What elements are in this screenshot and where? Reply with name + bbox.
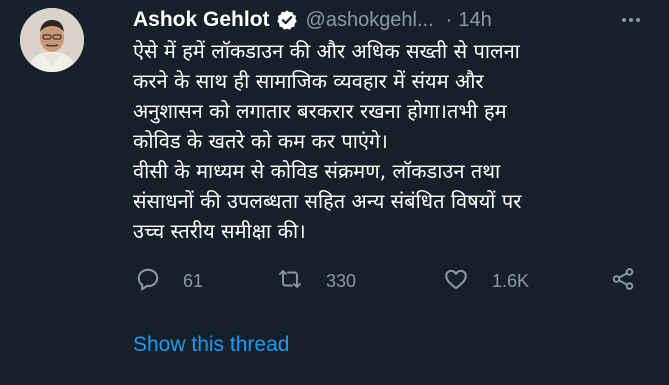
tweet-actions: 61 330 1.6K: [133, 265, 653, 297]
like-count: 1.6K: [492, 270, 530, 291]
avatar[interactable]: [20, 8, 84, 72]
tweet-timestamp[interactable]: 14h: [458, 9, 491, 32]
separator-dot: ·: [445, 8, 453, 31]
verified-badge-icon: [276, 9, 298, 31]
author-name[interactable]: Ashok Gehlot: [133, 8, 270, 32]
retweet-button[interactable]: 330: [276, 265, 356, 297]
like-icon: [442, 266, 470, 297]
tweet-text-line: संसाधनों की उपलब्धता सहित अन्य संबंधित व…: [133, 189, 522, 213]
tweet-text: ऐसे में हमें लॉकडाउन की और अधिक सख्ती से…: [133, 36, 653, 246]
tweet: Ashok Gehlot @ashokgehl... · 14h ऐसे में…: [0, 0, 669, 385]
share-icon: [609, 266, 637, 297]
share-button[interactable]: [609, 265, 637, 297]
retweet-count: 330: [326, 270, 357, 291]
tweet-text-line: अनुशासन को लगातार बरकरार रखना होगा।तभी ह…: [133, 99, 507, 123]
reply-icon: [135, 266, 161, 297]
reply-button[interactable]: 61: [135, 265, 203, 297]
tweet-text-line: कोविड के खतरे को कम कर पाएंगे।: [133, 129, 388, 153]
author-handle[interactable]: @ashokgehl...: [306, 9, 434, 32]
tweet-text-line: वीसी के माध्यम से कोविड संक्रमण, लॉकडाउन…: [133, 159, 501, 183]
reply-count: 61: [183, 270, 204, 291]
show-thread-link[interactable]: Show this thread: [133, 333, 289, 357]
tweet-text-line: ऐसे में हमें लॉकडाउन की और अधिक सख्ती से…: [133, 39, 520, 63]
retweet-icon: [276, 266, 304, 297]
tweet-header: Ashok Gehlot @ashokgehl... · 14h: [133, 7, 655, 33]
more-icon[interactable]: [619, 7, 643, 33]
tweet-text-line: उच्च स्तरीय समीक्षा की।: [133, 219, 306, 243]
like-button[interactable]: 1.6K: [442, 265, 529, 297]
tweet-text-line: करने के साथ ही सामाजिक व्यवहार में संयम …: [133, 69, 484, 93]
